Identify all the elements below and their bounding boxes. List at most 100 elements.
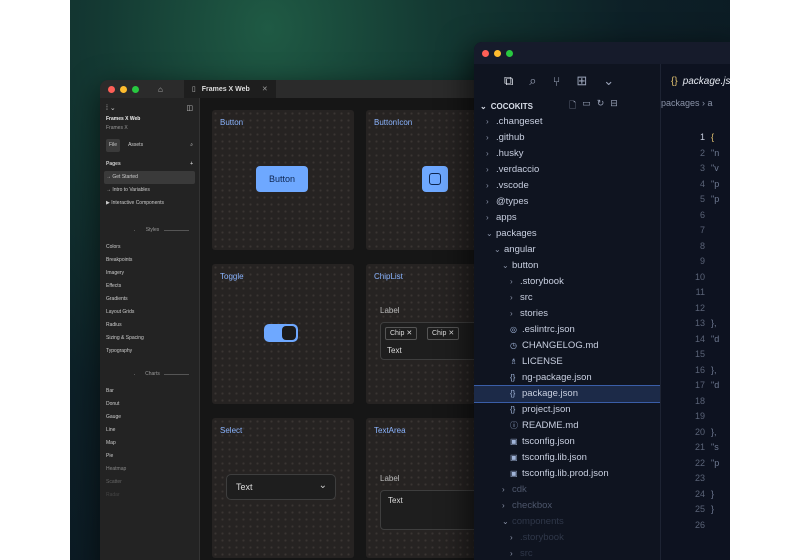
file-item[interactable]: {} ng-package.json [474,370,660,386]
design-canvas[interactable]: Button Button ButtonIcon Toggle ChipList… [200,98,520,560]
folder-item[interactable]: › @types [474,194,660,210]
card-title: TextArea [374,426,406,435]
line-number: 18 [694,395,705,406]
folder-item[interactable]: › checkbox [474,498,660,514]
minimize-window-button[interactable] [120,85,127,93]
chart-item[interactable]: Pie [100,450,199,463]
style-item[interactable]: Colors [100,241,199,254]
file-item[interactable]: ⓘ README.md [474,418,660,434]
sample-icon-button[interactable] [422,166,448,192]
page-item[interactable]: → Intro to Variables [100,184,199,197]
page-item[interactable]: → Get Started [104,171,195,184]
folder-item[interactable]: › .verdaccio [474,162,660,178]
home-icon[interactable]: ⌂ [158,85,163,94]
style-item[interactable]: Layout Grids [100,306,199,319]
breadcrumb[interactable]: packages › a [661,98,730,114]
folder-item[interactable]: › .storybook [474,274,660,290]
folder-item[interactable]: › .vscode [474,178,660,194]
line-number: 11 [695,287,705,297]
chart-item[interactable]: Scatter [100,476,199,489]
style-item[interactable]: Gradients [100,293,199,306]
editor-titlebar [474,42,730,64]
folder-item[interactable]: › cdk [474,482,660,498]
style-item[interactable]: Radius [100,319,199,332]
file-name[interactable]: Frames X Web [100,115,199,124]
refresh-icon[interactable]: ↻ [597,98,605,114]
chart-item[interactable]: Line [100,424,199,437]
files-icon[interactable]: ⧉ [504,73,513,89]
sidebar-toggle-icon[interactable]: ◫ [186,102,193,115]
search-icon[interactable]: ⌕ [529,73,536,89]
new-folder-icon[interactable]: ▭ [582,98,591,114]
file-item[interactable]: ◷ CHANGELOG.md [474,338,660,354]
code-line: }, [711,364,717,375]
maximize-window-button[interactable] [132,85,139,93]
chart-item[interactable]: Radar [100,489,199,502]
folder-item[interactable]: › stories [474,306,660,322]
source-control-icon[interactable]: ⑂ [553,74,561,89]
search-icon[interactable]: ⌕ [190,139,193,152]
style-item[interactable]: Effects [100,280,199,293]
maximize-window-button[interactable] [506,49,513,57]
explorer-header[interactable]: ⌄ COCOKITS 🗋 ▭ ↻ ⊟ [474,98,660,114]
main-menu-icon[interactable]: ⁞ ⌄ [106,102,116,115]
folder-item[interactable]: › .github [474,130,660,146]
file-item[interactable]: ▣ tsconfig.lib.prod.json [474,466,660,482]
editor-tab[interactable]: {} package.js [661,64,730,98]
sample-select[interactable]: Text ⌄ [226,474,336,500]
chevron-down-icon[interactable]: ⌄ [603,73,614,89]
style-item[interactable]: Typography [100,345,199,358]
sample-button[interactable]: Button [256,166,308,192]
close-window-button[interactable] [482,49,489,57]
folder-item[interactable]: ⌄ components [474,514,660,530]
file-type-icon: {} [510,373,516,382]
chip[interactable]: Chip ✕ [427,327,460,340]
sample-toggle[interactable] [264,324,298,342]
add-page-icon[interactable]: + [190,158,193,171]
file-item[interactable]: ◎ .eslintrc.json [474,322,660,338]
style-item[interactable]: Breakpoints [100,254,199,267]
file-item[interactable]: {} package.json [474,385,661,403]
chip[interactable]: Chip ✕ [385,327,418,340]
button-component-card[interactable]: Button Button [212,110,354,250]
chart-item[interactable]: Gauge [100,411,199,424]
assets-nav-tab[interactable]: Assets [128,139,143,152]
chart-item[interactable]: Donut [100,398,199,411]
folder-item[interactable]: › .changeset [474,114,660,130]
code-area[interactable]: {"n "v "p "p}, "d}, "d}, "s "p}} [711,130,719,533]
folder-item[interactable]: › .husky [474,146,660,162]
file-item[interactable]: ♗ LICENSE [474,354,660,370]
folder-item[interactable]: › src [474,546,660,560]
chart-item[interactable]: Heatmap [100,463,199,476]
folder-item[interactable]: › apps [474,210,660,226]
tree-item-label: ng-package.json [522,372,592,383]
collapse-all-icon[interactable]: ⊟ [610,98,618,114]
file-tab[interactable]: ▯ Frames X Web ✕ [183,80,276,98]
extensions-icon[interactable]: ⊞ [576,73,587,89]
select-component-card[interactable]: Select Text ⌄ [212,418,354,558]
folder-item[interactable]: › src [474,290,660,306]
toggle-component-card[interactable]: Toggle [212,264,354,404]
file-item[interactable]: {} project.json [474,402,660,418]
file-item[interactable]: ▣ tsconfig.json [474,434,660,450]
chevron-right-icon: › [486,133,489,142]
style-item[interactable]: Imagery [100,267,199,280]
folder-item[interactable]: ⌄ angular [474,242,660,258]
code-line: }, [711,318,717,328]
close-window-button[interactable] [108,85,115,93]
folder-item[interactable]: ⌄ button [474,258,660,274]
chevron-right-icon: › [486,165,489,174]
style-item[interactable]: Sizing & Spacing [100,332,199,345]
close-tab-icon[interactable]: ✕ [262,85,268,93]
file-item[interactable]: ▣ tsconfig.lib.json [474,450,660,466]
chart-item[interactable]: Bar [100,385,199,398]
chart-item[interactable]: Map [100,437,199,450]
file-nav-tab[interactable]: File [106,139,121,152]
minimize-window-button[interactable] [494,49,501,57]
folder-item[interactable]: ⌄ packages [474,226,660,242]
editor-pane[interactable]: {} package.js packages › a 1 2 3 4 5 6 7 8 9 10 11… [660,64,730,560]
new-file-icon[interactable]: 🗋 [569,98,576,114]
folder-item[interactable]: › .storybook [474,530,660,546]
page-item[interactable]: ▶ Interactive Components [100,197,199,210]
